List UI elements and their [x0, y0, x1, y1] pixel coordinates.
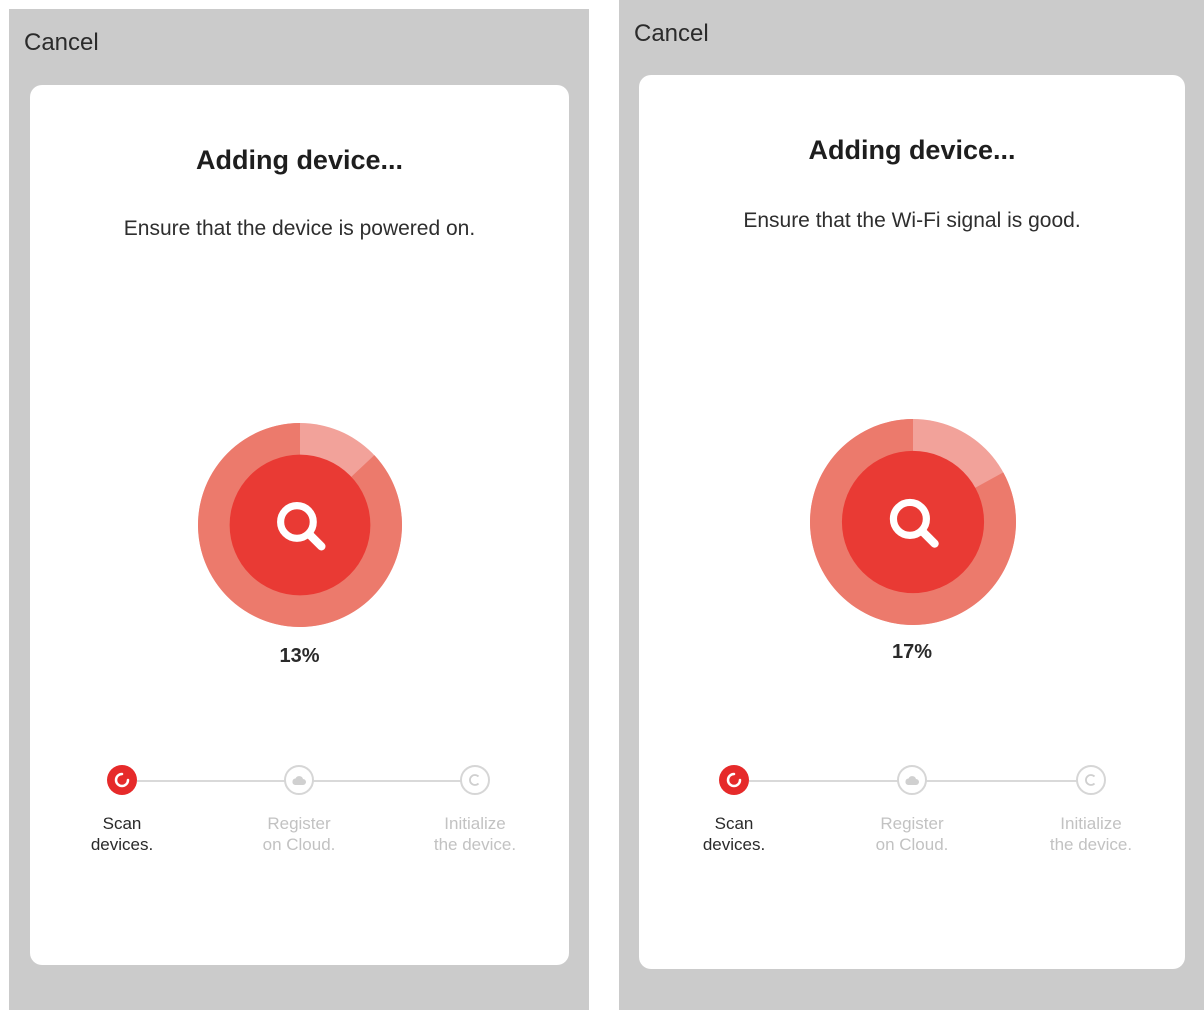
status-message: Ensure that the Wi-Fi signal is good. [743, 209, 1081, 232]
step-label-register: Register on Cloud. [852, 813, 972, 855]
step-node-register [897, 765, 927, 795]
step-label-line: Register [880, 814, 944, 833]
progress-card: Adding device... Ensure that the device … [30, 85, 569, 965]
progress-percent: 17% [891, 641, 933, 663]
step-label-line: the device. [1049, 835, 1133, 854]
step-label-initialize: Initialize the device. [1031, 813, 1151, 855]
step-label-line: devices. [702, 835, 766, 854]
progress-ring-core [229, 454, 371, 596]
page-title: Adding device... [195, 145, 404, 175]
step-node-scan [719, 765, 749, 795]
step-label-line: Scan [102, 814, 142, 833]
refresh-icon [1085, 774, 1096, 786]
cloud-icon [905, 776, 919, 785]
spinner-icon [114, 772, 130, 788]
spinner-icon [726, 772, 742, 788]
step-label-line: Initialize [444, 814, 506, 833]
status-message: Ensure that the device is powered on. [123, 217, 476, 240]
cancel-button[interactable]: Cancel [634, 20, 709, 48]
step-label-line: Initialize [1060, 814, 1122, 833]
step-label-register: Register on Cloud. [239, 813, 359, 855]
step-label-line: devices. [90, 835, 154, 854]
step-label-line: the device. [433, 835, 517, 854]
progress-ring-core [841, 450, 985, 594]
cloud-icon [292, 776, 306, 785]
progress-ring [198, 423, 402, 627]
page-title: Adding device... [808, 135, 1016, 165]
progress-card: Adding device... Ensure that the Wi-Fi s… [639, 75, 1185, 969]
screen-right: Cancel Adding device... Ensure that the … [619, 0, 1204, 1010]
step-label-line: on Cloud. [875, 835, 949, 854]
cancel-button[interactable]: Cancel [24, 29, 99, 57]
progress-ring [810, 419, 1016, 625]
step-node-initialize [1076, 765, 1106, 795]
step-node-register [284, 765, 314, 795]
step-label-scan: Scan devices. [674, 813, 794, 855]
step-label-initialize: Initialize the device. [415, 813, 535, 855]
step-label-line: on Cloud. [262, 835, 336, 854]
refresh-icon [469, 774, 480, 786]
step-node-initialize [460, 765, 490, 795]
step-label-line: Scan [714, 814, 754, 833]
step-node-scan [107, 765, 137, 795]
screen-left: Cancel Adding device... Ensure that the … [9, 9, 589, 1010]
progress-percent: 13% [279, 645, 320, 667]
step-label-scan: Scan devices. [62, 813, 182, 855]
step-label-line: Register [267, 814, 331, 833]
